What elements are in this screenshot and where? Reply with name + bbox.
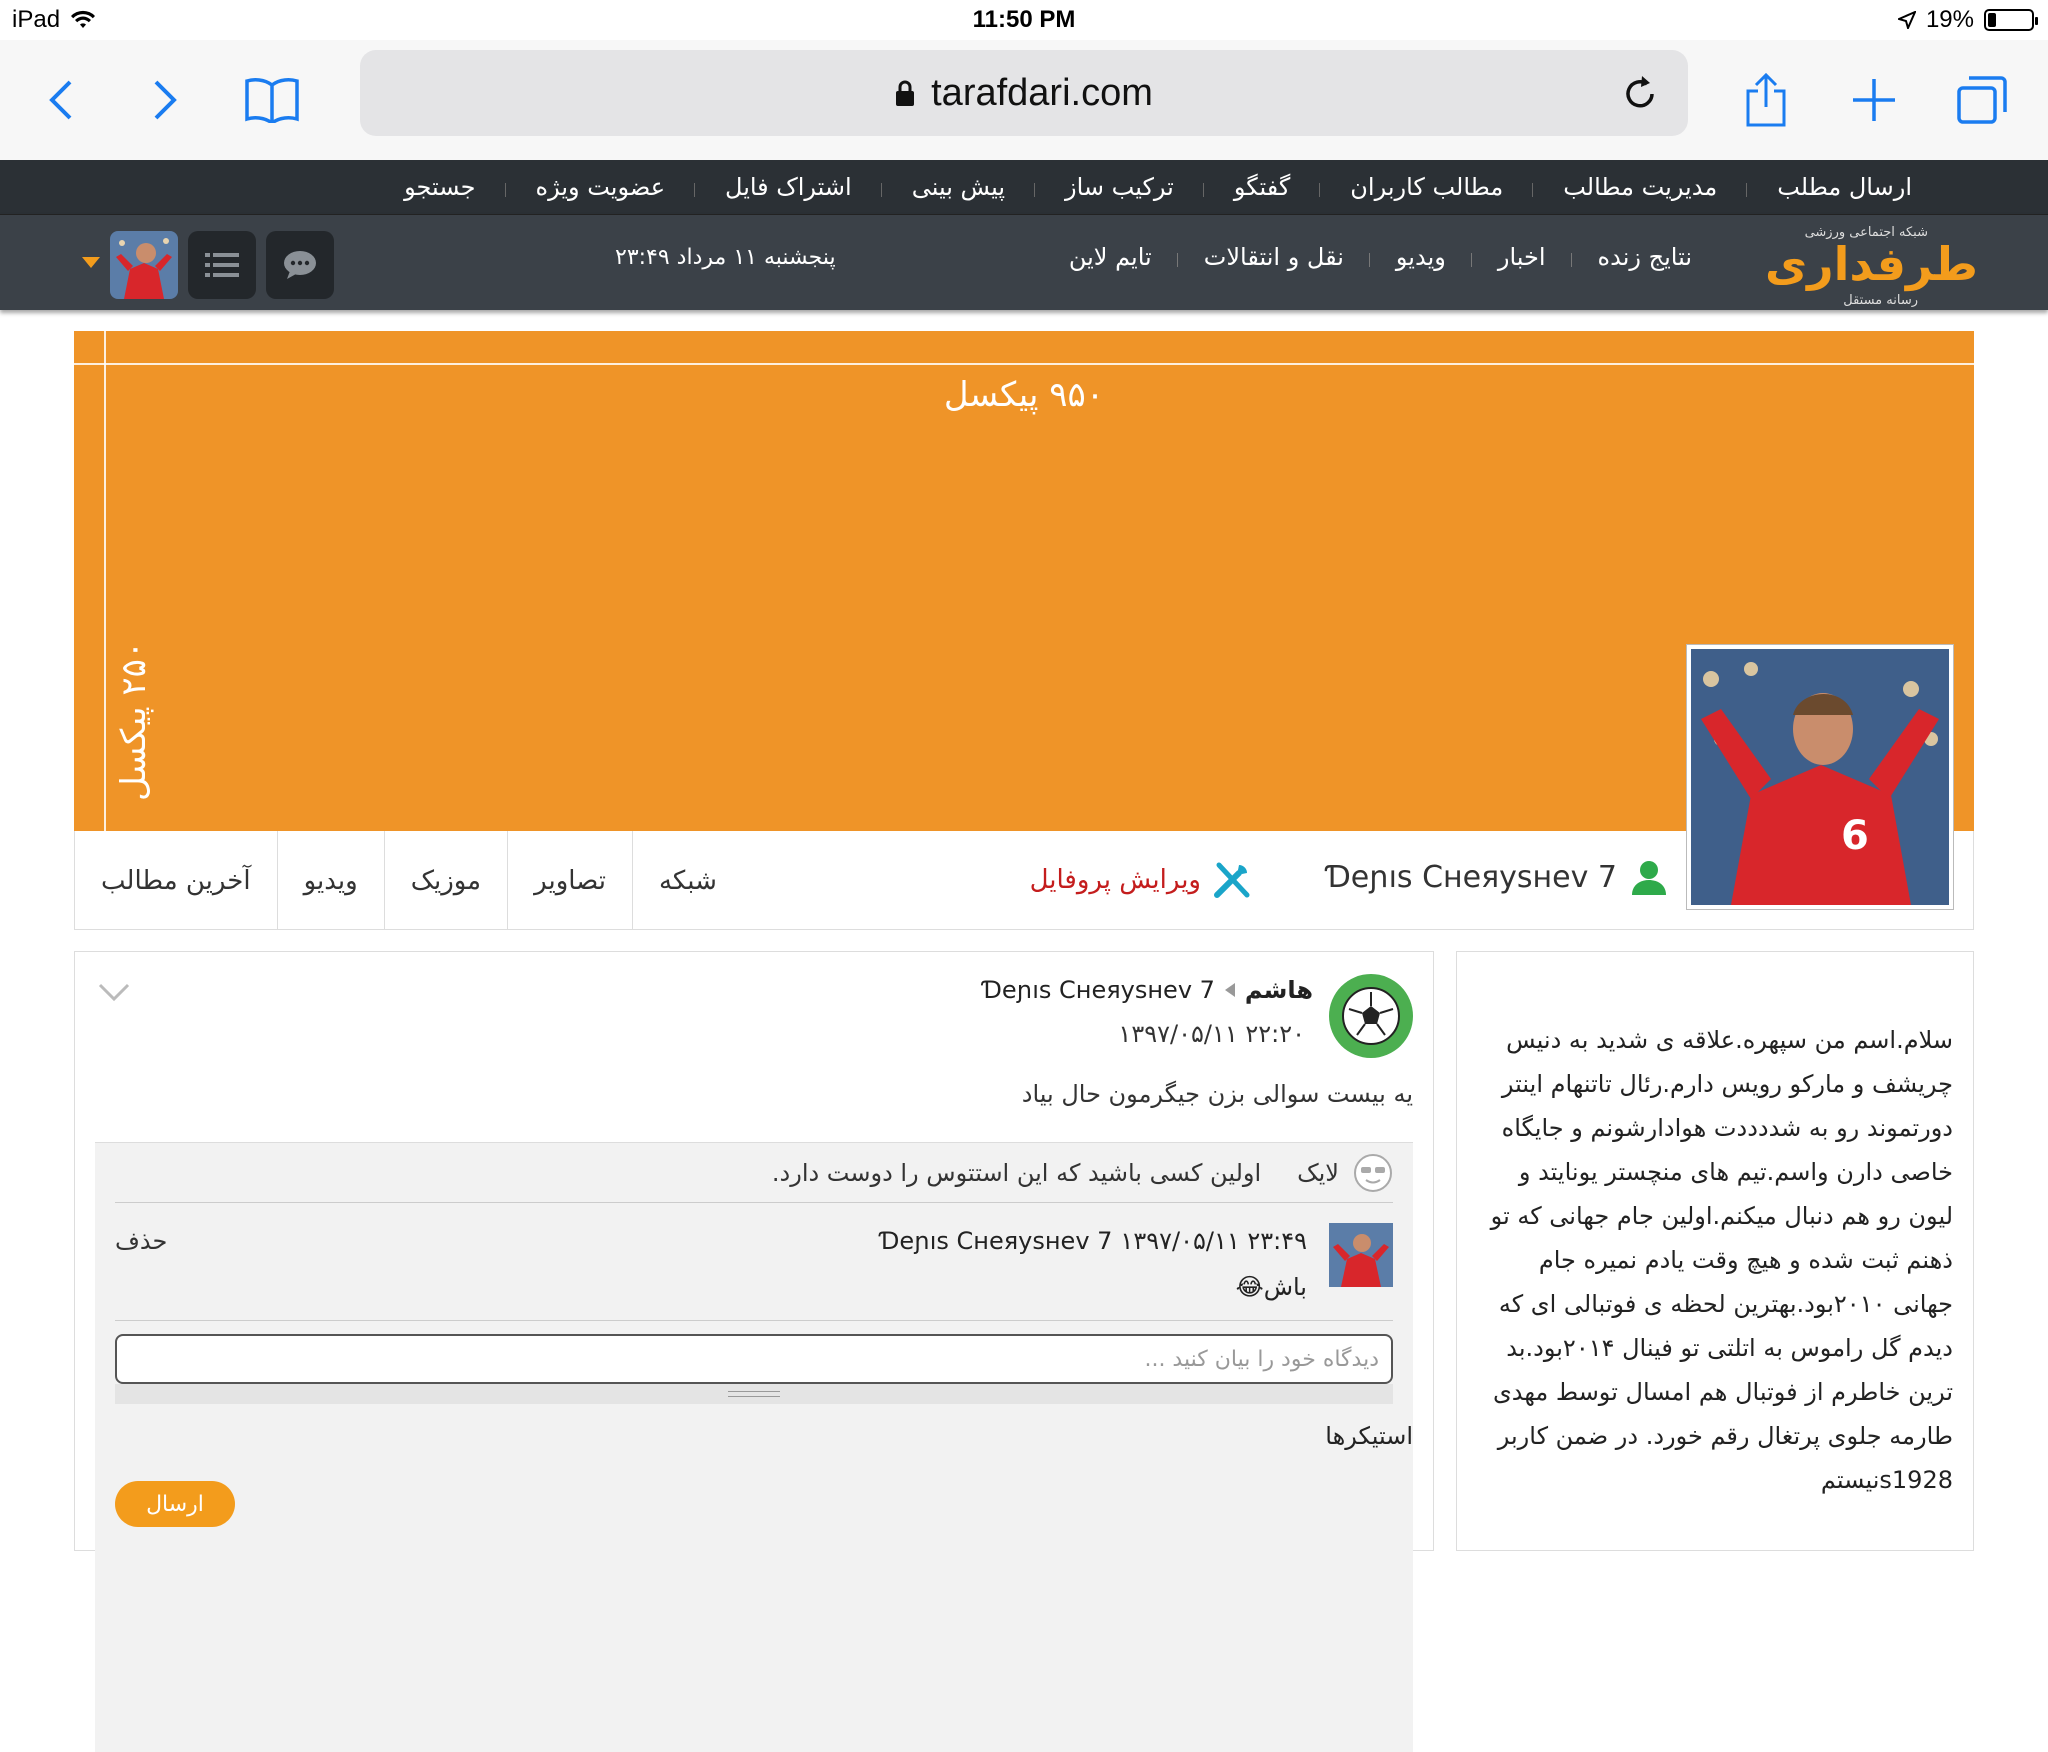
logo-subtitle: رسانه مستقل [1843,293,1918,308]
nav-top-item[interactable]: ترکیب ساز [1035,173,1204,201]
comment-avatar[interactable] [1329,1223,1393,1287]
tab-music[interactable]: موزیک [383,831,507,930]
status-time: 11:50 PM [972,6,1076,33]
battery-icon [1984,9,2038,31]
logo-text: طرفداری [1764,237,1978,291]
cool-face-icon[interactable] [1353,1153,1393,1193]
nav-top-item[interactable]: عضویت ویژه [506,173,696,201]
tab-network[interactable]: شبکه [631,831,743,930]
back-button[interactable] [32,72,88,128]
post-actions: لایک اولین کسی باشید که این استتوس را دو… [95,1142,1413,1752]
new-tab-button[interactable] [1846,72,1902,128]
back-icon [49,80,72,120]
main-nav-item[interactable]: اخبار [1472,243,1572,271]
forward-icon [154,80,177,120]
profile-photo[interactable]: 6 [1687,645,1953,909]
site-top-nav: ارسال مطلب مدیریت مطالب مطالب کاربران گف… [0,160,2048,214]
user-avatar-mini[interactable] [110,231,178,299]
comment-text: باش😂 [1235,1273,1307,1301]
tab-images[interactable]: تصاویر [507,831,632,930]
main-nav-item[interactable]: ویدیو [1370,243,1472,271]
tab-latest-posts[interactable]: آخرین مطالب [75,831,277,930]
profile-tabs: شبکه تصاویر موزیک ویدیو آخرین مطالب [75,831,743,930]
tab-video[interactable]: ویدیو [276,831,384,930]
comment-item: Ɗeɲıs Cнeяysнev 7 ۱۳۹۷/۰۵/۱۱ ۲۳:۴۹ باش😂 … [115,1203,1393,1321]
menu-button[interactable] [188,231,256,299]
forward-button[interactable] [138,72,194,128]
messages-button[interactable] [266,231,334,299]
user-icon [1632,861,1666,895]
location-arrow-icon [1897,11,1916,29]
status-right: 19% [1897,6,2038,34]
player-photo-icon [110,231,178,299]
like-prompt: اولین کسی باشید که این استتوس را دوست دا… [771,1158,1262,1187]
status-post-card: هاشم Ɗeɲıs Cнeяysнev 7 ۱۳۹۷/۰۵/۱۱ ۲۲:۲۰ … [74,951,1434,1752]
like-button[interactable]: لایک [1297,1159,1339,1187]
edit-profile-label: ویرایش پروفایل [1029,865,1201,895]
lock-icon [896,80,915,106]
nav-top-item[interactable]: ارسال مطلب [1747,173,1942,201]
new-tab-icon [1853,79,1895,121]
battery-percent: 19% [1925,6,1974,33]
comment-input[interactable]: دیدگاه خود را بیان کنید ... [115,1334,1393,1384]
post-author[interactable]: هاشم [1245,976,1313,1004]
chevron-down-icon[interactable] [97,982,131,1002]
profile-name: Ɗeɲıs Cнeяysнev 7 [1326,859,1617,895]
cover-width-label: ۹۵۰ پیکسل [943,375,1105,415]
bio-card: سلام.اسم من سپهره.علاقه ی شدید به دنیس چ… [1456,951,1974,1551]
cover-height-label: ۲۵۰ پیکسل [114,640,154,801]
profile-name-block: Ɗeɲıs Cнeяysнev 7 [1326,857,1669,897]
chat-bubble-icon [284,251,316,279]
post-time: ۱۳۹۷/۰۵/۱۱ ۲۲:۲۰ [1118,1020,1305,1048]
delete-comment-link[interactable]: حذف [115,1227,167,1255]
nav-top-item[interactable]: پیش بینی [882,173,1036,201]
resize-handle[interactable] [115,1384,1393,1404]
share-button[interactable] [1738,72,1794,128]
bookmarks-button[interactable] [242,72,302,128]
address-bar[interactable]: tarafdari.com [360,50,1688,136]
comment-header: Ɗeɲıs Cнeяysнev 7 ۱۳۹۷/۰۵/۱۱ ۲۳:۴۹ [880,1227,1307,1255]
soccer-ball-icon [1342,987,1400,1045]
main-nav-item[interactable]: نقل و انتقالات [1178,243,1371,271]
nav-top-item[interactable]: مطالب کاربران [1320,173,1534,201]
site-logo[interactable]: شبکه اجتماعی ورزشی طرفداری رسانه مستقل [1748,221,1978,308]
user-menu-caret[interactable] [82,257,100,268]
main-nav-item[interactable]: تایم لاین [1043,243,1178,271]
svg-text:6: 6 [1841,813,1869,859]
post-text: یه بیست سوالی بزن جیگرمون حال بیاد [1021,1080,1413,1108]
reload-icon[interactable] [1624,72,1658,112]
player-photo-icon [1329,1223,1393,1287]
browser-toolbar: tarafdari.com [0,40,2048,160]
main-nav-item[interactable]: نتایج زنده [1572,243,1718,271]
tabs-icon [1957,76,2007,124]
player-photo-icon: 6 [1691,649,1949,905]
arrow-left-icon [1224,983,1235,997]
share-icon [1746,73,1786,127]
cover-width-guide [74,363,1974,365]
post-target[interactable]: Ɗeɲıs Cнeяysнev 7 [982,976,1215,1004]
nav-top-item[interactable]: اشتراک فایل [695,173,882,201]
site-main-nav: شبکه اجتماعی ورزشی طرفداری رسانه مستقل ن… [0,214,2048,310]
nav-top-item[interactable]: گفتگو [1204,173,1321,201]
nav-top-item-search[interactable]: جستجو [374,173,506,201]
post-author-avatar[interactable] [1329,974,1413,1058]
edit-profile-link[interactable]: ویرایش پروفایل [1030,859,1253,901]
like-row: لایک اولین کسی باشید که این استتوس را دو… [115,1143,1393,1203]
bookmarks-icon [245,78,299,123]
main-nav-links: نتایج زنده اخبار ویدیو نقل و انتقالات تا… [1043,243,1718,271]
bio-text: سلام.اسم من سپهره.علاقه ی شدید به دنیس چ… [1490,1026,1953,1494]
comment-author[interactable]: Ɗeɲıs Cнeяysнev 7 [880,1227,1113,1255]
post-header: هاشم Ɗeɲıs Cнeяysнev 7 [982,976,1313,1004]
nav-top-item[interactable]: مدیریت مطالب [1533,173,1748,201]
tools-icon [1214,862,1250,898]
url-text: tarafdari.com [931,71,1153,114]
list-menu-icon [205,253,239,277]
ios-status-bar: iPad 11:50 PM 19% [0,0,2048,40]
comment-time: ۱۳۹۷/۰۵/۱۱ ۲۳:۴۹ [1120,1227,1307,1255]
nav-date: پنجشنبه ۱۱ مرداد ۲۳:۴۹ [615,245,836,270]
tabs-button[interactable] [1954,72,2010,128]
